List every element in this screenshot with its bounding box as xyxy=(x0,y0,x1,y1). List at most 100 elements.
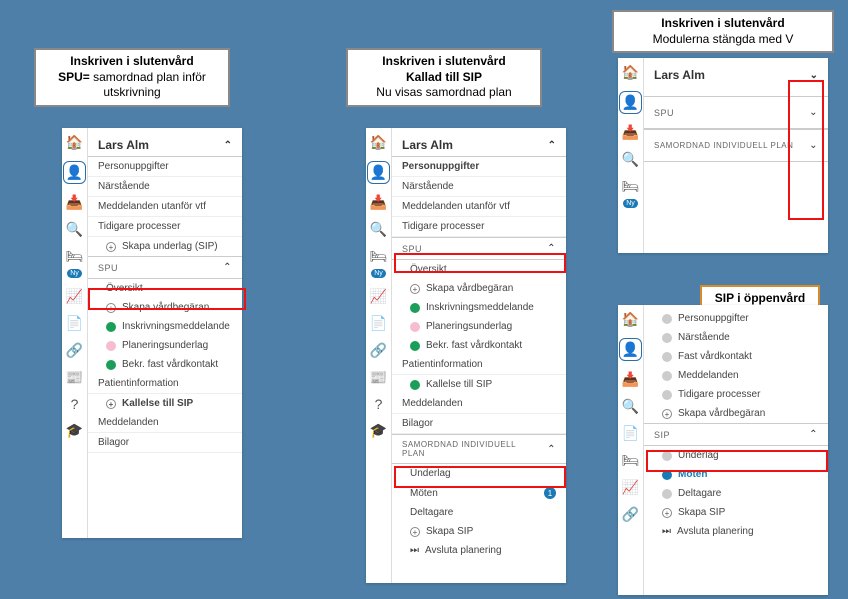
menu-item[interactable]: Tidigare processer xyxy=(88,217,242,237)
menu-item[interactable]: Tidigare processer xyxy=(644,385,828,404)
person-icon[interactable]: 👤 xyxy=(63,161,86,184)
bed-icon[interactable]: 🛏 xyxy=(622,452,640,469)
help-icon[interactable]: ? xyxy=(375,396,383,412)
menu-item[interactable]: Bekr. fast vårdkontakt xyxy=(392,336,566,355)
person-icon[interactable]: 👤 xyxy=(367,161,390,184)
menu-item[interactable]: Underlag xyxy=(644,446,828,465)
inbox-icon[interactable]: 📥 xyxy=(370,194,387,211)
menu-item[interactable]: +Skapa SIP xyxy=(392,522,566,541)
menu-item[interactable]: Meddelanden xyxy=(392,394,566,414)
menu-item[interactable]: ⏭Avsluta planering xyxy=(392,541,566,560)
menu-item[interactable]: Möten1 xyxy=(392,483,566,503)
home-icon[interactable]: 🏠 xyxy=(622,311,639,328)
document-icon[interactable]: 📄 xyxy=(622,425,639,442)
chevron-up-icon: ⌃ xyxy=(223,262,232,273)
patient-header[interactable]: Lars Alm ⌃ xyxy=(88,132,242,157)
menu-item[interactable]: Översikt xyxy=(392,260,566,279)
label-p1-line1: Inskriven i slutenvård xyxy=(70,54,193,68)
spu-header[interactable]: SPU⌃ xyxy=(392,237,566,260)
menu-item[interactable]: ⏭Avsluta planering xyxy=(644,522,828,541)
menu-item[interactable]: Översikt xyxy=(88,279,242,298)
spu-header[interactable]: SPU⌃ xyxy=(88,256,242,279)
menu-item[interactable]: Bilagor xyxy=(392,414,566,434)
chart-icon[interactable]: 📈 xyxy=(370,288,387,305)
menu-item[interactable]: Fast vårdkontakt xyxy=(644,347,828,366)
home-icon[interactable]: 🏠 xyxy=(66,134,83,151)
search-icon[interactable]: 🔍 xyxy=(622,151,639,168)
help-icon[interactable]: ? xyxy=(71,396,79,412)
link-icon[interactable]: 🔗 xyxy=(622,506,639,523)
menu-item[interactable]: Tidigare processer xyxy=(392,217,566,237)
graduation-icon[interactable]: 🎓 xyxy=(66,422,83,439)
menu-item[interactable]: +Skapa vårdbegäran xyxy=(392,279,566,298)
menu-item-skapa[interactable]: +Skapa vårdbegäran xyxy=(644,404,828,423)
home-icon[interactable]: 🏠 xyxy=(622,64,639,81)
inbox-icon[interactable]: 📥 xyxy=(622,371,639,388)
menu-item[interactable]: +Skapa vårdbegäran xyxy=(88,298,242,317)
home-icon[interactable]: 🏠 xyxy=(370,134,387,151)
patient-header[interactable]: Lars Alm ⌃ xyxy=(392,132,566,157)
inbox-icon[interactable]: 📥 xyxy=(622,124,639,141)
menu-item[interactable]: Meddelanden xyxy=(88,413,242,433)
chart-icon[interactable]: 📈 xyxy=(66,288,83,305)
menu-item[interactable]: Underlag xyxy=(392,464,566,483)
samordnad-header[interactable]: SAMORDNAD INDIVIDUELL PLAN⌃ xyxy=(392,434,566,464)
panel-4: 🏠 👤 📥 🔍 📄 🛏 📈 🔗 Personuppgifter Närståen… xyxy=(618,305,828,595)
label-p1-rest: samordnad plan inför utskrivning xyxy=(90,70,206,100)
bed-icon[interactable]: 🛏 xyxy=(622,178,640,195)
chevron-down-icon: ⌄ xyxy=(809,140,818,151)
dot-icon xyxy=(662,333,672,343)
link-icon[interactable]: 🔗 xyxy=(66,342,83,359)
menu-item[interactable]: Inskrivningsmeddelande xyxy=(392,298,566,317)
bed-icon[interactable]: 🛏 xyxy=(370,248,388,265)
menu-item[interactable]: Deltagare xyxy=(392,503,566,522)
search-icon[interactable]: 🔍 xyxy=(622,398,639,415)
news-icon[interactable]: 📰 xyxy=(66,369,83,386)
menu-item-skapa[interactable]: +Skapa underlag (SIP) xyxy=(88,237,242,256)
chart-icon[interactable]: 📈 xyxy=(622,479,639,496)
document-icon[interactable]: 📄 xyxy=(66,315,83,332)
graduation-icon[interactable]: 🎓 xyxy=(370,422,387,439)
news-icon[interactable]: 📰 xyxy=(370,369,387,386)
menu-item[interactable]: Närstående xyxy=(88,177,242,197)
patient-header[interactable]: Lars Alm ⌄ xyxy=(644,62,828,96)
label-p2-line3: Nu visas samordnad plan xyxy=(376,85,511,99)
link-icon[interactable]: 🔗 xyxy=(370,342,387,359)
inbox-icon[interactable]: 📥 xyxy=(66,194,83,211)
menu-item[interactable]: Meddelanden xyxy=(644,366,828,385)
menu-item[interactable]: Deltagare xyxy=(644,484,828,503)
menu-item[interactable]: Personuppgifter xyxy=(644,309,828,328)
person-icon[interactable]: 👤 xyxy=(619,91,642,114)
bed-icon[interactable]: 🛏 xyxy=(66,248,84,265)
plus-icon: + xyxy=(106,399,116,409)
chevron-up-icon: ⌃ xyxy=(809,429,818,440)
menu-item[interactable]: Inskrivningsmeddelande xyxy=(88,317,242,336)
menu-item[interactable]: Bekr. fast vårdkontakt xyxy=(88,355,242,374)
document-icon[interactable]: 📄 xyxy=(370,315,387,332)
menu-item[interactable]: Personuppgifter xyxy=(392,157,566,177)
dot-icon xyxy=(662,314,672,324)
menu-item[interactable]: +Skapa SIP xyxy=(644,503,828,522)
end-icon: ⏭ xyxy=(410,545,419,556)
menu-item[interactable]: Planeringsunderlag xyxy=(88,336,242,355)
menu-item[interactable]: Närstående xyxy=(392,177,566,197)
dot-active-icon xyxy=(662,470,672,480)
count-badge: 1 xyxy=(544,487,556,499)
spu-header[interactable]: SPU⌄ xyxy=(644,96,828,129)
samordnad-header[interactable]: SAMORDNAD INDIVIDUELL PLAN⌄ xyxy=(644,129,828,162)
menu-item[interactable]: Patientinformation xyxy=(88,374,242,394)
menu-item-active[interactable]: Möten xyxy=(644,465,828,484)
menu-item-kallelse[interactable]: +Kallelse till SIP xyxy=(88,394,242,413)
menu-item[interactable]: Patientinformation xyxy=(392,355,566,375)
menu-item[interactable]: Personuppgifter xyxy=(88,157,242,177)
menu-item[interactable]: Bilagor xyxy=(88,433,242,453)
menu-item[interactable]: Meddelanden utanför vtf xyxy=(88,197,242,217)
search-icon[interactable]: 🔍 xyxy=(370,221,387,238)
search-icon[interactable]: 🔍 xyxy=(66,221,83,238)
person-icon[interactable]: 👤 xyxy=(619,338,642,361)
sip-header[interactable]: SIP⌃ xyxy=(644,423,828,446)
menu-item[interactable]: Kallelse till SIP xyxy=(392,375,566,394)
menu-item[interactable]: Närstående xyxy=(644,328,828,347)
menu-item[interactable]: Planeringsunderlag xyxy=(392,317,566,336)
menu-item[interactable]: Meddelanden utanför vtf xyxy=(392,197,566,217)
